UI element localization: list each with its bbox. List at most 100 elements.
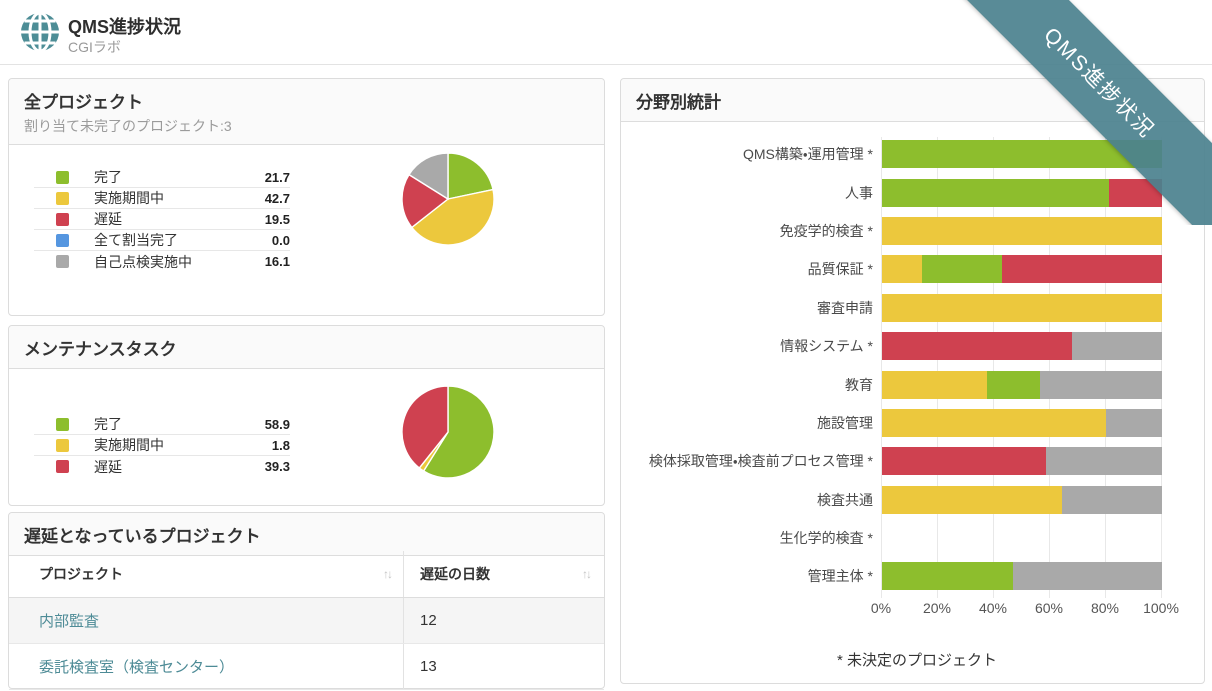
- bar-row: 施設管理: [621, 404, 1206, 442]
- bar-track: [882, 524, 1162, 552]
- bar-category-label: 免疫学的検査 *: [621, 221, 882, 241]
- bar-segment-完了: [987, 371, 1040, 399]
- bar-row: QMS構築・運用管理 *: [621, 135, 1206, 173]
- panel-maintenance-title: メンテナンスタスク: [24, 335, 589, 360]
- project-link[interactable]: 内部監査: [39, 610, 99, 631]
- x-axis-tick: 100%: [1131, 600, 1191, 616]
- project-link[interactable]: 委託検査室（検査センター）: [39, 656, 234, 677]
- table-row: 委託検査室（検査センター） 13: [9, 644, 604, 690]
- column-header-days-label: 遅延の日数: [420, 564, 490, 584]
- x-axis-tick: 20%: [907, 600, 967, 616]
- cell-project: 内部監査: [9, 598, 404, 643]
- panel-delayed-header: 遅延となっているプロジェクト: [9, 513, 604, 556]
- bar-segment-自己点検実施中: [1106, 409, 1162, 437]
- sort-icon[interactable]: ↑↓: [582, 567, 590, 581]
- page-title: QMS進捗状況: [68, 13, 181, 39]
- legend-row: 自己点検実施中16.1: [34, 251, 290, 272]
- table-row: 内部監査 12: [9, 598, 604, 644]
- bar-row: 審査申請: [621, 289, 1206, 327]
- column-header-project[interactable]: プロジェクト ↑↓: [9, 551, 404, 597]
- panel-maintenance-header: メンテナンスタスク: [9, 326, 604, 369]
- app-header: QMS進捗状況 CGIラボ: [0, 0, 1212, 65]
- bar-row: 教育: [621, 365, 1206, 403]
- bar-track: [882, 179, 1162, 207]
- bar-segment-実施期間中: [882, 409, 1106, 437]
- panel-all-projects-title: 全プロジェクト: [24, 88, 589, 113]
- bar-row: 免疫学的検査 *: [621, 212, 1206, 250]
- bar-segment-完了: [882, 562, 1013, 590]
- delayed-projects-table: プロジェクト ↑↓ 遅延の日数 ↑↓ 内部監査 12 委託検査室（検査センター） 13: [9, 551, 604, 690]
- bar-track: [882, 294, 1162, 322]
- bar-category-label: QMS構築・運用管理 *: [621, 144, 882, 164]
- bar-segment-実施期間中: [882, 255, 922, 283]
- bar-track: [882, 562, 1162, 590]
- chart-x-axis: 0%20%40%60%80%100%: [881, 600, 1162, 620]
- delayed-table-body: 内部監査 12 委託検査室（検査センター） 13: [9, 598, 604, 690]
- legend-row: 完了21.7: [34, 167, 290, 188]
- column-header-project-label: プロジェクト: [39, 564, 123, 584]
- bar-track: [882, 486, 1162, 514]
- cell-delay-days: 13: [404, 644, 604, 689]
- bar-track: [882, 255, 1162, 283]
- legend-label: 完了: [94, 414, 265, 434]
- bar-row: 人事: [621, 173, 1206, 211]
- legend-swatch: [56, 439, 69, 452]
- bar-segment-遅延: [882, 332, 1072, 360]
- all-projects-pie-chart: [401, 152, 495, 246]
- bar-category-label: 管理主体 *: [621, 566, 882, 586]
- x-axis-tick: 80%: [1075, 600, 1135, 616]
- bar-segment-完了: [882, 140, 1162, 168]
- legend-value: 1.8: [272, 438, 290, 453]
- bar-row: 品質保証 *: [621, 250, 1206, 288]
- legend-swatch: [56, 460, 69, 473]
- legend-label: 遅延: [94, 209, 265, 229]
- bar-row: 生化学的検査 *: [621, 519, 1206, 557]
- page-subtitle: CGIラボ: [68, 37, 121, 57]
- column-header-delay-days[interactable]: 遅延の日数 ↑↓: [404, 551, 604, 597]
- legend-swatch: [56, 192, 69, 205]
- panel-stats-header: 分野別統計: [621, 79, 1204, 122]
- x-axis-tick: 0%: [851, 600, 911, 616]
- legend-value: 16.1: [265, 254, 290, 269]
- panel-all-projects-subtitle: 割り当て未完了のプロジェクト:3: [24, 116, 589, 136]
- legend-label: 遅延: [94, 457, 265, 477]
- bar-segment-自己点検実施中: [1013, 562, 1162, 590]
- panel-delayed-projects: 遅延となっているプロジェクト プロジェクト ↑↓ 遅延の日数 ↑↓ 内部監査 12…: [8, 512, 605, 689]
- bar-category-label: 生化学的検査 *: [621, 528, 882, 548]
- bar-row: 管理主体 *: [621, 557, 1206, 595]
- bar-track: [882, 217, 1162, 245]
- globe-icon: [18, 10, 62, 54]
- legend-value: 21.7: [265, 170, 290, 185]
- bar-category-label: 教育: [621, 375, 882, 395]
- bar-track: [882, 409, 1162, 437]
- bar-segment-自己点検実施中: [1040, 371, 1162, 399]
- legend-swatch: [56, 171, 69, 184]
- panel-all-projects-header: 全プロジェクト 割り当て未完了のプロジェクト:3: [9, 79, 604, 145]
- maintenance-legend: 完了58.9実施期間中1.8遅延39.3: [34, 414, 290, 477]
- legend-row: 遅延19.5: [34, 209, 290, 230]
- bar-category-label: 人事: [621, 183, 882, 203]
- legend-swatch: [56, 255, 69, 268]
- bar-track: [882, 140, 1162, 168]
- bar-segment-実施期間中: [882, 486, 1062, 514]
- x-axis-tick: 60%: [1019, 600, 1079, 616]
- cell-delay-days: 12: [404, 598, 604, 643]
- chart-footnote: * 未決定のプロジェクト: [837, 649, 997, 670]
- panel-delayed-title: 遅延となっているプロジェクト: [24, 522, 589, 547]
- legend-value: 39.3: [265, 459, 290, 474]
- legend-label: 完了: [94, 167, 265, 187]
- category-stacked-bar-chart: QMS構築・運用管理 *人事免疫学的検査 *品質保証 *審査申請情報システム *…: [621, 135, 1206, 596]
- bar-segment-実施期間中: [882, 217, 1162, 245]
- bar-segment-遅延: [1002, 255, 1162, 283]
- legend-row: 実施期間中42.7: [34, 188, 290, 209]
- bar-segment-遅延: [1109, 179, 1162, 207]
- bar-category-label: 審査申請: [621, 298, 882, 318]
- bar-category-label: 検体採取管理・検査前プロセス管理 *: [621, 451, 882, 471]
- bar-segment-実施期間中: [882, 294, 1162, 322]
- bar-category-label: 品質保証 *: [621, 259, 882, 279]
- legend-swatch: [56, 213, 69, 226]
- sort-icon[interactable]: ↑↓: [383, 567, 391, 581]
- legend-swatch: [56, 418, 69, 431]
- bar-track: [882, 371, 1162, 399]
- legend-label: 自己点検実施中: [94, 252, 265, 272]
